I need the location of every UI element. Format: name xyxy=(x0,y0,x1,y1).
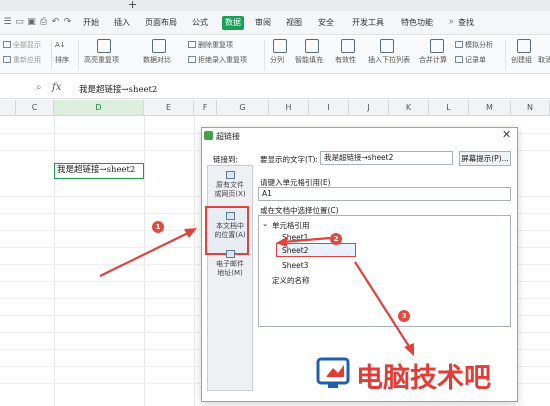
step-badge-2: 2 xyxy=(330,233,342,245)
arrow-2 xyxy=(282,236,331,244)
watermark-text: 电脑技术吧 xyxy=(356,363,491,394)
annotation-arrows xyxy=(99,228,414,356)
arrow-1 xyxy=(99,231,191,277)
arrow-2-head xyxy=(276,237,287,247)
arrow-3 xyxy=(354,261,411,349)
watermark-logo xyxy=(316,357,350,388)
step-badge-3: 3 xyxy=(398,310,410,322)
step-badge-1: 1 xyxy=(152,221,164,233)
